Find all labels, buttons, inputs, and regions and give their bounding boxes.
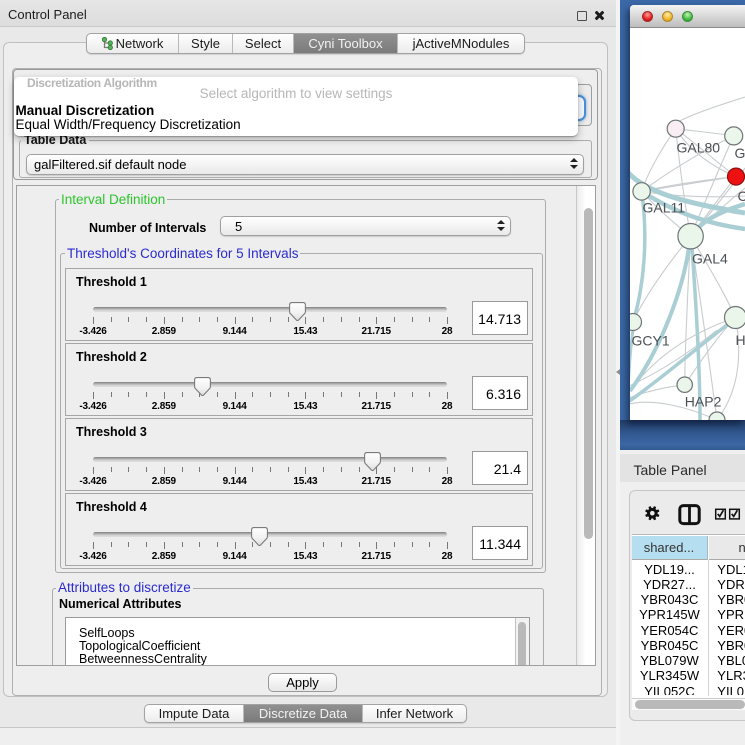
svg-text:HIS4: HIS4 xyxy=(736,332,745,348)
svg-text:GAL80: GAL80 xyxy=(677,140,721,156)
svg-text:GAL4: GAL4 xyxy=(735,145,745,161)
svg-text:HAP2: HAP2 xyxy=(685,394,722,410)
svg-text:GAL11: GAL11 xyxy=(643,200,686,216)
svg-text:CDC25: CDC25 xyxy=(738,188,745,204)
svg-text:GAL4: GAL4 xyxy=(692,251,728,267)
svg-text:GCY1: GCY1 xyxy=(632,333,670,349)
